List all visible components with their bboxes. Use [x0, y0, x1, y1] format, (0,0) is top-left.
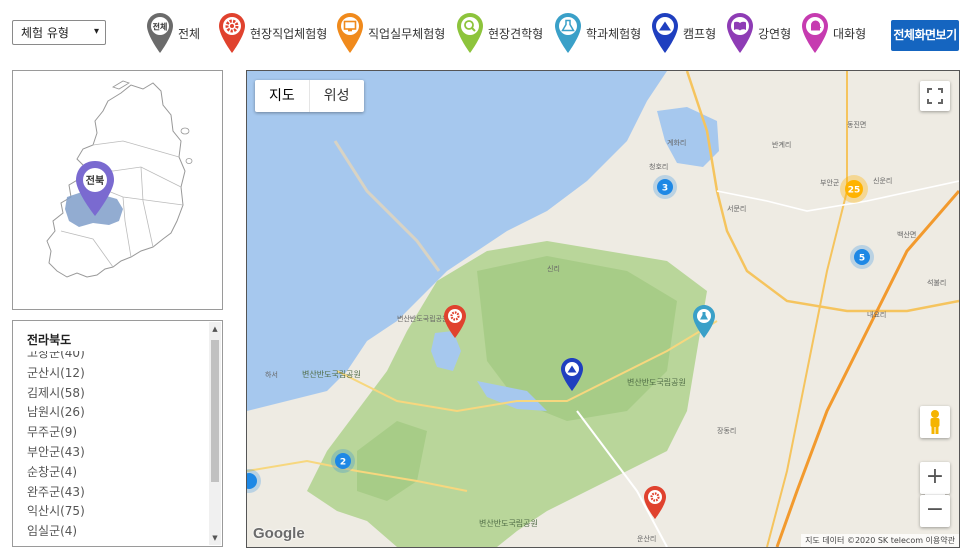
place-label: 서문리 — [727, 204, 746, 213]
filter-conversation[interactable]: 대화형 — [801, 10, 866, 56]
place-label: 청호리 — [649, 162, 668, 171]
place-label: 변산반도국립공원 — [397, 314, 449, 323]
filter-field-job[interactable]: 현장직업체험형 — [218, 10, 327, 56]
region-item[interactable]: 완주군(43) — [27, 483, 207, 503]
region-item[interactable]: 군산시(12) — [27, 364, 207, 384]
place-label: 계화리 — [667, 138, 686, 147]
filter-conversation-label: 대화형 — [833, 26, 867, 41]
street-view-button[interactable] — [920, 406, 950, 438]
filter-bar: 체험 유형 ▾ 전체 전체 현장직업체험형 직업실무체험형 현장견학형 학과체험… — [0, 0, 966, 66]
cluster-count: 25 — [848, 186, 861, 196]
pin-all-icon: 전체 — [147, 13, 173, 53]
marker-cluster[interactable]: 25 — [840, 175, 868, 203]
filter-job-practice-label: 직업실무체험형 — [368, 26, 446, 41]
place-label: 백산면 — [897, 230, 916, 239]
marker-cluster[interactable]: 3 — [653, 175, 677, 199]
main-map[interactable]: 변산반도국립공원 변산반도국립공원 변산반도국립공원 변산반도국립공원 하서 부… — [246, 70, 960, 548]
place-label: 변산반도국립공원 — [479, 518, 538, 528]
pegman-icon — [930, 410, 940, 434]
scroll-down-arrow-icon[interactable]: ▼ — [209, 531, 221, 545]
map-type-control: 지도 위성 — [255, 80, 364, 112]
map-copyright[interactable]: 지도 데이터 ©2020 SK telecom 이용약관 — [801, 534, 959, 547]
region-item[interactable]: 부안군(43) — [27, 443, 207, 463]
korea-outline-map: 전북 — [46, 80, 193, 278]
place-label: 내요리 — [867, 310, 886, 319]
place-label: 부안군 — [820, 178, 840, 187]
place-label: 동진면 — [847, 120, 866, 129]
tent-icon — [652, 13, 678, 53]
marker-cluster[interactable]: 2 — [331, 449, 355, 473]
filter-camp[interactable]: 캠프형 — [651, 10, 716, 56]
filter-lecture[interactable]: 강연형 — [726, 10, 791, 56]
map-canvas[interactable]: 변산반도국립공원 변산반도국립공원 변산반도국립공원 변산반도국립공원 하서 부… — [247, 71, 959, 547]
zoom-out-button[interactable]: − — [920, 495, 950, 527]
place-label: 운산리 — [637, 534, 656, 543]
place-label: 변산반도국립공원 — [627, 377, 686, 387]
tab-map[interactable]: 지도 — [255, 80, 310, 112]
plus-icon: + — [925, 464, 945, 489]
region-item[interactable]: 익산시(75) — [27, 502, 207, 522]
type-select-value: 체험 유형 — [21, 26, 69, 40]
zoom-divider — [925, 494, 945, 495]
region-list-scrollbar[interactable]: ▲ ▼ — [209, 322, 221, 545]
scroll-up-arrow-icon[interactable]: ▲ — [209, 322, 221, 336]
gear-icon — [219, 13, 245, 53]
map-fullscreen-button[interactable] — [920, 81, 950, 111]
scroll-thumb[interactable] — [211, 340, 219, 482]
minus-icon: − — [925, 497, 945, 522]
zoom-in-button[interactable]: + — [920, 462, 950, 494]
filter-field-job-label: 현장직업체험형 — [250, 26, 328, 41]
google-logo: Google — [253, 525, 305, 542]
region-item[interactable]: 무주군(9) — [27, 423, 207, 443]
marker-cluster[interactable]: 5 — [850, 245, 874, 269]
cluster-count: 5 — [859, 254, 865, 264]
region-list-scroll[interactable]: 고창군(40) 군산시(12) 김제시(58) 남원시(26) 무주군(9) 부… — [27, 351, 207, 546]
filter-job-practice[interactable]: 직업실무체험형 — [336, 10, 445, 56]
filter-all-label: 전체 — [178, 26, 201, 41]
filter-lecture-label: 강연형 — [758, 26, 792, 41]
region-item[interactable]: 순창군(4) — [27, 463, 207, 483]
filter-major[interactable]: 학과체험형 — [554, 10, 641, 56]
magnifier-icon — [457, 13, 483, 53]
cluster-count: 3 — [662, 184, 668, 194]
region-item[interactable]: 고창군(40) — [27, 351, 207, 364]
filter-all[interactable]: 전체 전체 — [146, 10, 200, 56]
place-label: 장동리 — [717, 426, 736, 435]
region-pin-label: 전북 — [86, 174, 104, 187]
fullscreen-button[interactable]: 전체화면보기 — [891, 20, 959, 51]
flask-icon — [555, 13, 581, 53]
place-label: 반계리 — [772, 140, 791, 149]
region-list: 전라북도 고창군(40) 군산시(12) 김제시(58) 남원시(26) 무주군… — [12, 320, 223, 547]
chat-head-icon — [802, 13, 828, 53]
chevron-down-icon: ▾ — [93, 26, 99, 37]
place-label: 변산반도국립공원 — [302, 369, 361, 379]
region-item[interactable]: 김제시(58) — [27, 384, 207, 404]
tab-satellite[interactable]: 위성 — [310, 80, 364, 112]
region-item[interactable]: 임실군(4) — [27, 522, 207, 542]
korea-minimap[interactable]: 전북 — [12, 70, 223, 310]
filter-field-tour[interactable]: 현장견학형 — [456, 10, 543, 56]
type-select[interactable]: 체험 유형 ▾ — [12, 20, 106, 45]
filter-field-tour-label: 현장견학형 — [488, 26, 544, 41]
place-label: 석불리 — [927, 278, 946, 287]
fullscreen-icon — [927, 88, 943, 104]
region-list-title: 전라북도 — [27, 333, 72, 347]
filter-major-label: 학과체험형 — [586, 26, 642, 41]
region-item[interactable]: 남원시(26) — [27, 403, 207, 423]
monitor-icon — [337, 13, 363, 53]
place-label: 하서 — [265, 370, 278, 379]
pin-all-text: 전체 — [153, 22, 168, 32]
place-label: 신리 — [547, 264, 560, 273]
place-label: 신운리 — [873, 176, 892, 185]
cluster-count: 2 — [340, 458, 346, 468]
filter-camp-label: 캠프형 — [683, 26, 717, 41]
book-icon — [727, 13, 753, 53]
